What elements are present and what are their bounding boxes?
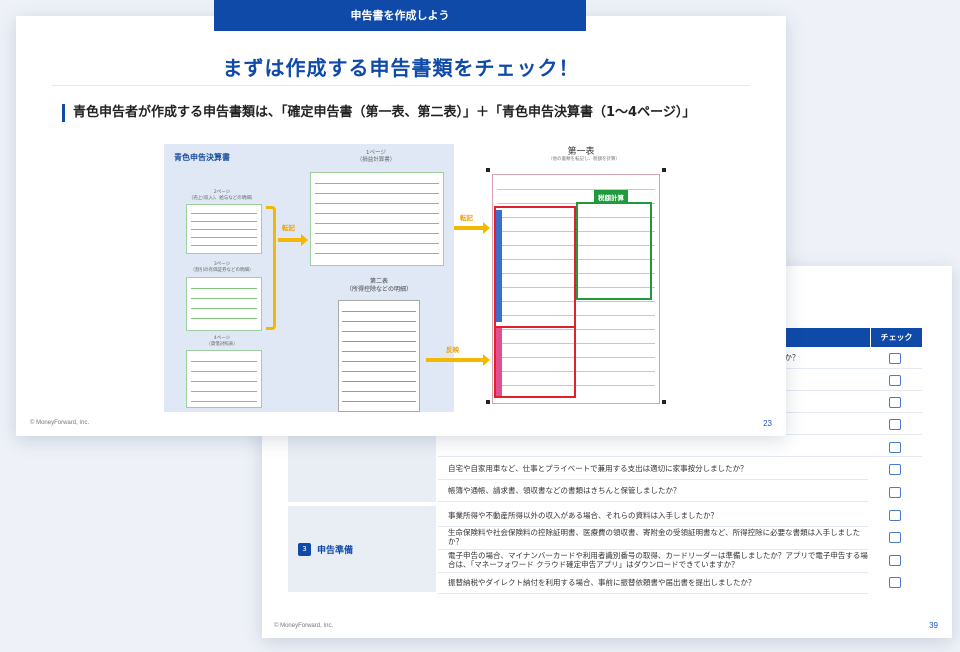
stage: チェック 3 申告準備 を提出しましたか？ ？ 自宅や自家用車など、仕事とプライ… <box>0 0 960 652</box>
checkbox[interactable] <box>889 577 901 588</box>
deduction-section-box <box>494 326 576 398</box>
divider <box>52 85 750 86</box>
checkbox[interactable] <box>889 487 901 498</box>
table-row: 事業所得や不動産所得以外の収入がある場合、それらの資料は入手しましたか？ <box>438 506 868 527</box>
income-section-box <box>494 206 576 328</box>
row-text: 振替納税やダイレクト納付を利用する場合、事前に振替依頼書や届出書を提出しましたか… <box>448 577 756 587</box>
bracket-connector <box>266 206 276 330</box>
copyright: © MoneyForward, Inc. <box>30 420 90 426</box>
page3-caption: 3ページ （割引の有価証券などの明細） <box>190 262 254 273</box>
checkbox[interactable] <box>889 532 901 543</box>
arrow-form2-to-form1 <box>426 354 490 366</box>
page1-thumbnail <box>310 172 444 266</box>
form1-subtitle: （他の書類を転記し、税額を計算） <box>548 157 620 162</box>
transfer-label: 転記 <box>460 214 473 222</box>
table-row: 電子申告の場合、マイナンバーカードや利用者識別番号の取得、カードリーダーは準備し… <box>438 550 868 573</box>
page4-thumbnail <box>186 350 262 408</box>
corner-mark <box>486 400 490 404</box>
table-row: 生命保険料や社会保険料の控除証明書、医療費の領収書、寄附金の受領証明書など、所得… <box>438 527 868 550</box>
page-number: 39 <box>929 621 938 630</box>
reflect-label: 反映 <box>446 346 459 354</box>
category-cell-2 <box>288 436 436 502</box>
category-cell-3: 3 申告準備 <box>288 506 436 592</box>
row-text: 事業所得や不動産所得以外の収入がある場合、それらの資料は入手しましたか？ <box>448 510 718 520</box>
page4-caption: 4ページ （貸借対照表） <box>206 336 238 347</box>
page1-caption: 1ページ （損益計算書） <box>356 150 396 164</box>
arrow-page1-to-form1 <box>454 222 490 234</box>
checkbox[interactable] <box>889 464 901 475</box>
corner-mark <box>662 168 666 172</box>
page2-thumbnail <box>186 204 262 254</box>
table-row: 振替納税やダイレクト納付を利用する場合、事前に振替依頼書や届出書を提出しましたか… <box>438 573 868 594</box>
page2-caption: 2ページ （売上(収入)、給与などの明細） <box>188 190 256 201</box>
checkbox[interactable] <box>889 397 901 408</box>
page-title: まずは作成する申告書類をチェック！ <box>222 56 580 80</box>
category-number-badge: 3 <box>298 542 311 556</box>
table-row: 帳簿や通帳、請求書、領収書などの書類はきちんと保管しましたか？ <box>438 481 868 502</box>
checkbox[interactable] <box>889 555 901 566</box>
tax-calc-section-box <box>576 202 652 300</box>
checkbox[interactable] <box>889 419 901 430</box>
section-tab: 申告書を作成しよう <box>214 0 586 31</box>
table-row <box>438 436 922 457</box>
table-row: 自宅や自家用車など、仕事とプライベートで兼用する支出は適切に家事按分しましたか？ <box>438 459 868 480</box>
form2-title: 第二表 （所得控除などの明細） <box>345 278 412 293</box>
table-header-check: チェック <box>870 328 922 347</box>
checkbox[interactable] <box>889 375 901 386</box>
transfer-label: 転記 <box>282 224 295 232</box>
tax-calc-tag: 税額計算 <box>594 190 628 204</box>
arrow-to-page1 <box>278 234 308 246</box>
row-text: 帳簿や通帳、請求書、領収書などの書類はきちんと保管しましたか？ <box>448 485 681 495</box>
checkbox[interactable] <box>889 442 901 453</box>
copyright: © MoneyForward, Inc. <box>274 623 334 629</box>
checkbox[interactable] <box>889 353 901 364</box>
row-text: 自宅や自家用車など、仕事とプライベートで兼用する支出は適切に家事按分しましたか？ <box>448 463 748 473</box>
page3-thumbnail <box>186 277 262 331</box>
row-text: 生命保険料や社会保険料の控除証明書、医療費の領収書、寄附金の受領証明書など、所得… <box>448 528 861 546</box>
front-slide: 申告書を作成しよう まずは作成する申告書類をチェック！ 青色申告者が作成する申告… <box>16 0 786 436</box>
form2-thumbnail <box>338 300 420 412</box>
corner-mark <box>662 400 666 404</box>
row-text: 電子申告の場合、マイナンバーカードや利用者識別番号の取得、カードリーダーは準備し… <box>448 551 868 569</box>
checkbox[interactable] <box>889 510 901 521</box>
corner-mark <box>486 168 490 172</box>
panel-title: 青色申告決算書 <box>174 153 230 162</box>
page-number: 23 <box>763 419 772 428</box>
category-label: 申告準備 <box>317 545 354 556</box>
subtitle: 青色申告者が作成する申告書類は、「確定申告書（第一表、第二表）」＋「青色申告決算… <box>62 104 695 122</box>
